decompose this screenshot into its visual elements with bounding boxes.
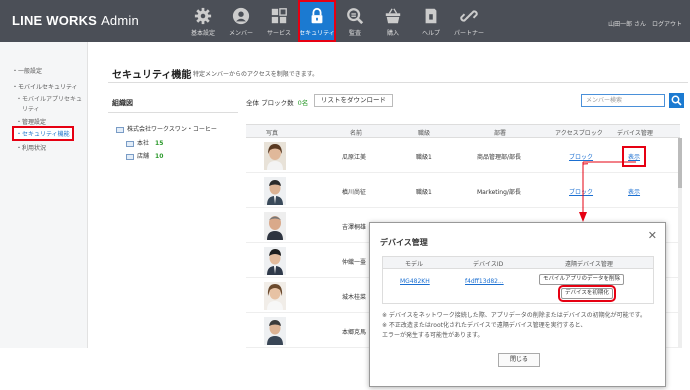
dialog-notes: ※ デバイスをネットワーク接続した際、アプリデータの削除またはデバイスの初期化が… [382,312,646,339]
member-search-input[interactable]: メンバー検索 [581,94,665,107]
arrow-annotation [579,162,588,222]
logout-link[interactable]: ログアウト [652,21,682,28]
member-photo [264,282,286,310]
org-node-stores[interactable]: 店舗 10 [126,151,163,160]
nav-members[interactable]: メンバー [222,0,260,42]
gear-icon [194,7,212,25]
user-name[interactable]: 山田一郎 さん [608,21,646,28]
close-icon[interactable]: ✕ [648,229,657,242]
sidebar-item-mobile-app-security[interactable]: ・モバイルアプリセキュ [16,94,82,103]
divider [108,82,688,83]
scrollbar-thumb[interactable] [678,138,682,188]
folder-icon [126,140,134,147]
search-button[interactable] [669,93,684,108]
lock-icon [311,7,323,24]
member-photo [264,177,286,205]
wipe-app-data-button[interactable]: モバイルアプリのデータを削除 [539,274,625,285]
nav-purchase[interactable]: 購入 [374,0,412,42]
nav-services[interactable]: サービス [260,0,298,42]
reset-device-button[interactable]: デバイスを初期化 [558,285,616,302]
table-scrollbar[interactable] [678,138,682,348]
sidebar-item-mobile-app-security-cont[interactable]: リティ [22,104,40,113]
magnifier-icon [347,8,364,25]
member-photo [264,142,286,170]
nav-help[interactable]: ヘルプ [412,0,450,42]
basket-icon [385,8,401,24]
download-list-button[interactable]: リストをダウンロード [314,94,393,107]
book-icon [425,8,437,24]
folder-icon [116,126,124,133]
org-chart-title: 組織図 [112,99,133,107]
block-count: 全体 ブロック数 0名 [246,99,309,107]
link-icon [460,10,478,22]
top-navigation-bar: LINE WORKS Admin 基本設定 メンバー サービス セキュリティ 監査… [0,0,690,42]
nav-security[interactable]: セキュリティ [298,0,336,42]
user-menu[interactable]: 山田一郎 さん ログアウト [608,19,682,28]
close-button[interactable]: 閉じる [498,353,540,367]
table-row: 槙川尚征 職級1 Marketing/部長 ブロック 表示 [246,174,680,208]
person-icon [232,7,250,25]
device-view-link[interactable]: 表示 [628,187,640,196]
logo[interactable]: LINE WORKS Admin [12,13,139,28]
member-photo [264,247,286,275]
nav-basic-settings[interactable]: 基本設定 [184,0,222,42]
arrow-annotation-connector [583,161,636,163]
page-title: セキュリティ機能 [112,70,192,81]
folder-icon [126,153,134,160]
sidebar-item-admin-settings[interactable]: ・管理設定 [16,117,46,126]
sidebar-item-general[interactable]: ・一般設定 [12,66,42,75]
member-photo [264,212,286,240]
org-node-headquarters[interactable]: 本社 15 [126,138,163,147]
search-icon [671,95,682,106]
org-node-root[interactable]: 株式会社ワークスワン・コーヒー [116,124,217,133]
sidebar-item-security-features[interactable]: ・セキュリティ機能 [12,126,74,141]
table-header: 写真 名前 職級 部署 アクセスブロック デバイス管理 [246,124,680,138]
nav-partner[interactable]: パートナー [450,0,488,42]
divider [108,112,238,113]
device-management-dialog: デバイス管理 ✕ モデル デバイスID 遠隔デバイス管理 MG482KH f4d… [369,222,666,387]
page-description: 特定メンバーからのアクセスを制限できます。 [193,71,319,78]
device-model-link[interactable]: MG482KH [400,278,430,285]
dialog-title: デバイス管理 [380,238,428,247]
device-table: モデル デバイスID 遠隔デバイス管理 MG482KH f4dff13d82..… [382,256,654,304]
sidebar-item-usage[interactable]: ・利用状況 [16,143,46,152]
sidebar: ・一般設定 ・モバイルセキュリティ ・モバイルアプリセキュ リティ ・管理設定 … [0,42,88,348]
sidebar-item-mobile-security[interactable]: ・モバイルセキュリティ [12,82,78,91]
nav-audit[interactable]: 監査 [336,0,374,42]
grid-icon [271,8,287,24]
table-row: 瓜原江美 職級1 商品管理部/部長 ブロック 表示 [246,139,680,173]
device-id-link[interactable]: f4dff13d82... [465,278,504,285]
member-photo [264,317,286,345]
device-table-header: モデル デバイスID 遠隔デバイス管理 [383,257,653,269]
